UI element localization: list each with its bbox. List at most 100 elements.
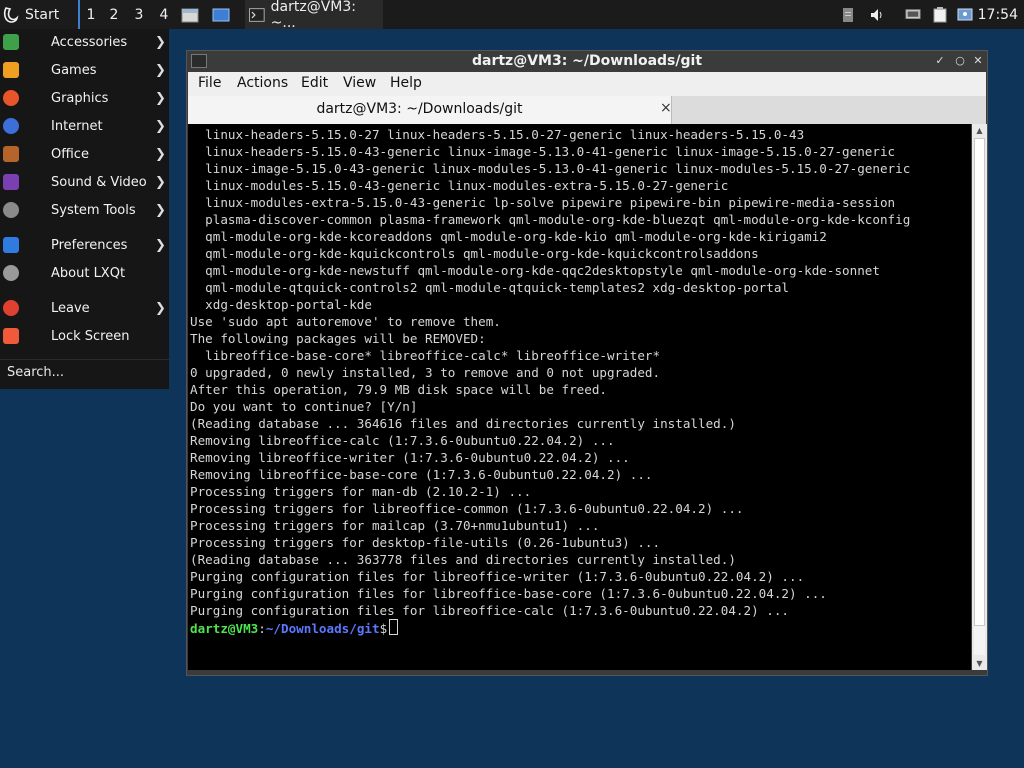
file-manager-icon	[181, 8, 199, 22]
desktop-icon	[212, 8, 230, 21]
info-icon	[3, 265, 19, 281]
file-manager-launcher[interactable]	[181, 0, 199, 29]
menu-item-preferences[interactable]: Preferences ❯	[0, 232, 169, 258]
maximize-icon[interactable]: ○	[953, 54, 967, 68]
clipboard-icon	[932, 6, 948, 23]
terminal-line: qml-module-qtquick-controls2 qml-module-…	[190, 280, 789, 295]
update-icon	[957, 7, 973, 23]
accessories-icon	[3, 34, 19, 50]
terminal-line: libreoffice-base-core* libreoffice-calc*…	[190, 348, 661, 363]
terminal-line: Purging configuration files for libreoff…	[190, 603, 789, 618]
terminal-line: Purging configuration files for libreoff…	[190, 586, 827, 601]
scroll-up-icon[interactable]: ▲	[973, 124, 986, 137]
menu-item-system-tools[interactable]: System Tools ❯	[0, 197, 169, 223]
sound-video-icon	[3, 174, 19, 190]
terminal-window: dartz@VM3: ~/Downloads/git ✓ ○ ✕ File Ac…	[186, 50, 988, 676]
terminal-output[interactable]: linux-headers-5.15.0-27 linux-headers-5.…	[188, 124, 971, 670]
menu-view[interactable]: View	[343, 75, 376, 91]
menu-item-sound-video[interactable]: Sound & Video ❯	[0, 169, 169, 195]
tab-terminal[interactable]: dartz@VM3: ~/Downloads/git ×	[188, 96, 672, 124]
shell-prompt[interactable]: dartz@VM3:~/Downloads/git$	[190, 619, 399, 637]
lock-icon	[3, 328, 19, 344]
internet-icon	[3, 118, 19, 134]
desktop-2-button[interactable]: 2	[103, 0, 125, 29]
tray-notes[interactable]	[840, 0, 856, 29]
chevron-right-icon: ❯	[155, 90, 166, 106]
window-title: dartz@VM3: ~/Downloads/git	[471, 53, 703, 69]
terminal-line: Processing triggers for mailcap (3.70+nm…	[190, 518, 600, 533]
start-menu: Accessories ❯ Games ❯ Graphics ❯ Interne…	[0, 29, 169, 389]
terminal-line: Processing triggers for desktop-file-uti…	[190, 535, 661, 550]
tray-volume[interactable]	[870, 0, 886, 29]
terminal-scrollbar[interactable]: ▲ ▼	[972, 124, 987, 670]
menu-item-games[interactable]: Games ❯	[0, 57, 169, 83]
chevron-right-icon: ❯	[155, 174, 166, 190]
prompt-symbol: $	[379, 621, 388, 636]
terminal-line: Removing libreoffice-writer (1:7.3.6-0ub…	[190, 450, 630, 465]
desktop-3-button[interactable]: 3	[128, 0, 150, 29]
clock[interactable]: 17:54	[978, 0, 1018, 29]
start-label: Start	[25, 6, 60, 23]
scroll-thumb[interactable]	[974, 138, 985, 626]
desktop-1-button[interactable]: 1	[78, 0, 102, 29]
tab-close-icon[interactable]: ×	[660, 100, 672, 116]
menu-item-about-lxqt[interactable]: About LXQt	[0, 260, 169, 286]
menu-item-label: Preferences	[51, 237, 128, 253]
menu-actions[interactable]: Actions	[237, 75, 288, 91]
tray-clipboard[interactable]	[932, 0, 948, 29]
terminal-line: linux-image-5.15.0-43-generic linux-modu…	[190, 161, 911, 176]
terminal-line: (Reading database ... 364616 files and d…	[190, 416, 736, 431]
menu-edit[interactable]: Edit	[301, 75, 328, 91]
terminal-line: Purging configuration files for libreoff…	[190, 569, 805, 584]
office-icon	[3, 146, 19, 162]
chevron-right-icon: ❯	[155, 237, 166, 253]
scroll-down-icon[interactable]: ▼	[973, 657, 986, 670]
notes-icon	[840, 7, 856, 23]
chevron-right-icon: ❯	[155, 202, 166, 218]
terminal-line: Removing libreoffice-base-core (1:7.3.6-…	[190, 467, 653, 482]
menu-item-label: Office	[51, 146, 89, 162]
system-tools-icon	[3, 202, 19, 218]
volume-icon	[870, 7, 886, 23]
menu-item-accessories[interactable]: Accessories ❯	[0, 29, 169, 55]
menu-item-leave[interactable]: Leave ❯	[0, 295, 169, 321]
menu-item-internet[interactable]: Internet ❯	[0, 113, 169, 139]
terminal-line: Do you want to continue? [Y/n]	[190, 399, 418, 414]
terminal-line: Processing triggers for libreoffice-comm…	[190, 501, 744, 516]
desktop-4-button[interactable]: 4	[153, 0, 175, 29]
menu-search-input[interactable]: Search...	[0, 359, 169, 385]
tray-updates[interactable]	[957, 0, 973, 29]
show-desktop-launcher[interactable]	[212, 0, 230, 29]
menu-item-label: About LXQt	[51, 265, 126, 281]
start-button[interactable]: Start	[3, 0, 59, 29]
terminal-line: qml-module-org-kde-kcoreaddons qml-modul…	[190, 229, 827, 244]
terminal-line: linux-modules-extra-5.15.0-43-generic lp…	[190, 195, 896, 210]
taskbar: Start 1 2 3 4 dartz@VM3: ~... 17:54	[0, 0, 1024, 31]
taskbar-task-terminal[interactable]: dartz@VM3: ~...	[245, 0, 383, 31]
chevron-right-icon: ❯	[155, 300, 166, 316]
menu-help[interactable]: Help	[390, 75, 422, 91]
terminal-line: xdg-desktop-portal-kde	[190, 297, 372, 312]
terminal-line: Use 'sudo apt autoremove' to remove them…	[190, 314, 501, 329]
menu-item-lock-screen[interactable]: Lock Screen	[0, 323, 169, 349]
tab-bar: dartz@VM3: ~/Downloads/git ×	[188, 96, 986, 124]
shade-icon[interactable]: ✓	[933, 54, 947, 68]
prompt-separator: :	[258, 621, 266, 636]
window-titlebar[interactable]: dartz@VM3: ~/Downloads/git ✓ ○ ✕	[187, 51, 987, 72]
menu-item-office[interactable]: Office ❯	[0, 141, 169, 167]
chevron-right-icon: ❯	[155, 34, 166, 50]
terminal-line: Processing triggers for man-db (2.10.2-1…	[190, 484, 532, 499]
close-icon[interactable]: ✕	[971, 54, 985, 68]
tray-network[interactable]	[905, 0, 921, 29]
terminal-line: qml-module-org-kde-newstuff qml-module-o…	[190, 263, 880, 278]
games-icon	[3, 62, 19, 78]
terminal-line: qml-module-org-kde-kquickcontrols qml-mo…	[190, 246, 759, 261]
chevron-right-icon: ❯	[155, 62, 166, 78]
terminal-line: plasma-discover-common plasma-framework …	[190, 212, 911, 227]
terminal-line: (Reading database ... 363778 files and d…	[190, 552, 736, 567]
terminal-icon	[249, 7, 265, 22]
menu-item-label: Lock Screen	[51, 328, 130, 344]
terminal-line: linux-modules-5.15.0-43-generic linux-mo…	[190, 178, 729, 193]
menu-file[interactable]: File	[198, 75, 221, 91]
menu-item-graphics[interactable]: Graphics ❯	[0, 85, 169, 111]
